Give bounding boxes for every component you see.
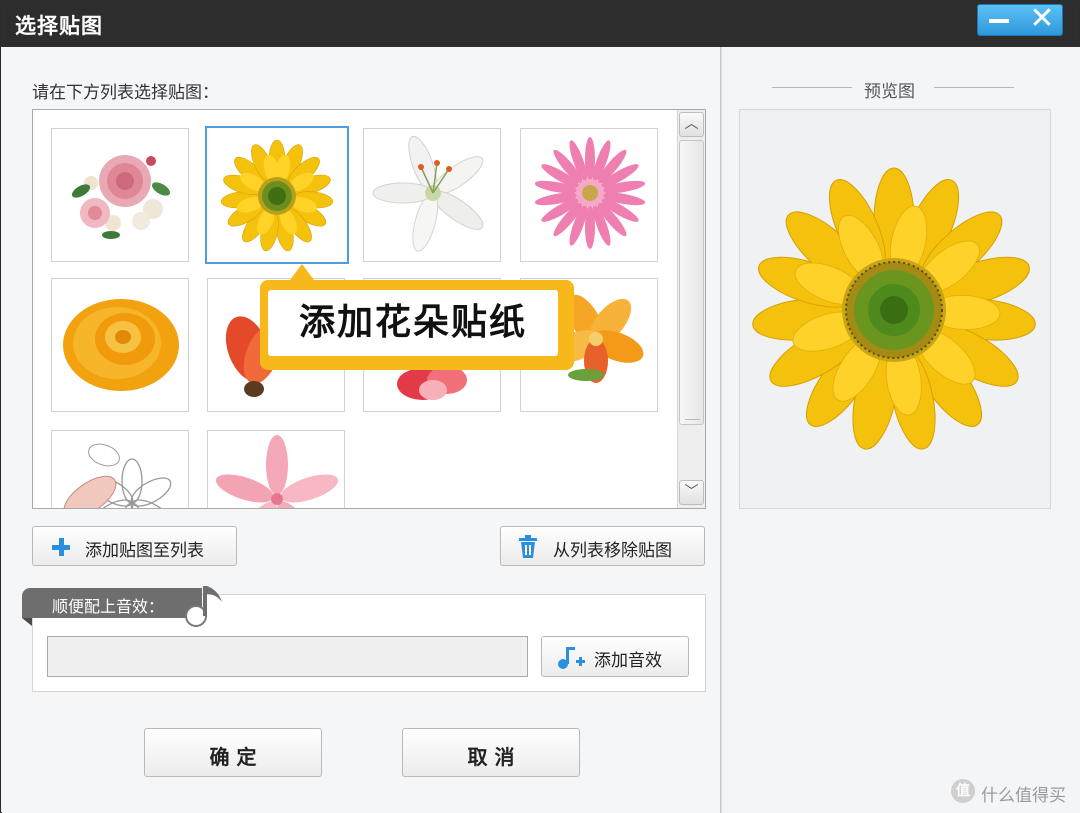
- cancel-label: 取 消: [467, 745, 515, 769]
- sticker-item-sunflower[interactable]: [205, 126, 349, 264]
- preview-title: 预览图: [864, 82, 915, 102]
- window-title: 选择贴图: [15, 14, 103, 38]
- sound-tag: 顺便配上音效：: [22, 586, 222, 627]
- sticker-item-lily[interactable]: [363, 128, 501, 262]
- callout-text: 添加花朵贴纸: [298, 302, 527, 343]
- pink-gerbera-image: [534, 137, 646, 249]
- preview-panel: 预览图: [722, 47, 1080, 813]
- scroll-thumb[interactable]: [679, 140, 704, 425]
- preview-canvas: [739, 109, 1051, 509]
- sticker-item-line-art[interactable]: [51, 430, 189, 508]
- scroll-down-button[interactable]: ﹀: [679, 480, 704, 505]
- chevron-down-icon: ﹀: [684, 484, 699, 500]
- ok-button[interactable]: 确 定: [144, 728, 322, 777]
- scroll-grip: [685, 419, 700, 420]
- add-sticker-label: 添加贴图至列表: [85, 541, 204, 561]
- watermark-logo: 值: [951, 779, 975, 803]
- trash-icon: [519, 535, 537, 558]
- white-lily-image: [372, 135, 484, 252]
- sunflower-preview-image: [752, 167, 1036, 450]
- sticker-item-peony[interactable]: [51, 128, 189, 262]
- list-instruction: 请在下方列表选择贴图：: [32, 83, 219, 103]
- close-button[interactable]: ✕: [1021, 1, 1063, 36]
- watermark-text: 什么值得买: [981, 786, 1066, 806]
- line-art-flowers-image: [63, 443, 172, 508]
- cancel-button[interactable]: 取 消: [402, 728, 580, 777]
- scroll-up-button[interactable]: ︿: [679, 112, 704, 137]
- preview-header: 预览图: [772, 75, 1032, 102]
- title-bar[interactable]: 选择贴图 ✕: [1, 1, 1079, 47]
- music-note-icon: [185, 586, 222, 627]
- music-add-icon: [558, 647, 585, 669]
- chevron-up-icon: ︿: [684, 116, 699, 132]
- callout-pointer: [290, 264, 314, 280]
- sticker-item-gerbera[interactable]: [520, 128, 658, 262]
- sound-tag-fold: [22, 618, 32, 626]
- preview-rule-right: [934, 87, 1014, 88]
- minimize-button[interactable]: [978, 5, 1020, 35]
- sticker-item-orange-rose[interactable]: [51, 278, 189, 412]
- add-sound-label: 添加音效: [594, 651, 662, 671]
- add-sound-button[interactable]: 添加音效: [541, 636, 689, 677]
- sound-file-field[interactable]: [47, 636, 528, 677]
- minimize-icon: [989, 19, 1009, 23]
- plus-icon: [52, 538, 70, 556]
- sunflower-image: [220, 139, 334, 252]
- left-panel: 请在下方列表选择贴图： ︿ ﹀ 添加花朵贴纸 添加贴图至列表 从列表移除贴图 顺…: [2, 47, 720, 813]
- sound-tag-label: 顺便配上音效：: [52, 597, 165, 616]
- ok-label: 确 定: [209, 745, 257, 769]
- sticker-item-pink-petals[interactable]: [207, 430, 345, 508]
- window-controls: ✕: [977, 4, 1063, 36]
- peony-rose-bouquet-image: [71, 155, 171, 239]
- remove-sticker-label: 从列表移除贴图: [553, 541, 672, 561]
- remove-sticker-button[interactable]: 从列表移除贴图: [500, 526, 705, 566]
- pink-petals-image: [215, 435, 339, 508]
- annotation-callout: 添加花朵贴纸: [260, 264, 574, 370]
- list-scrollbar[interactable]: ︿ ﹀: [677, 110, 705, 508]
- preview-rule-left: [772, 87, 852, 88]
- callout-inner: 添加花朵贴纸: [268, 290, 558, 356]
- add-sticker-button[interactable]: 添加贴图至列表: [32, 526, 237, 566]
- close-icon: ✕: [1029, 1, 1055, 36]
- orange-rose-image: [63, 299, 179, 391]
- sticker-dialog: 选择贴图 ✕ 请在下方列表选择贴图： ︿ ﹀ 添加花朵贴纸 添加贴图至列表 从列…: [0, 0, 1080, 813]
